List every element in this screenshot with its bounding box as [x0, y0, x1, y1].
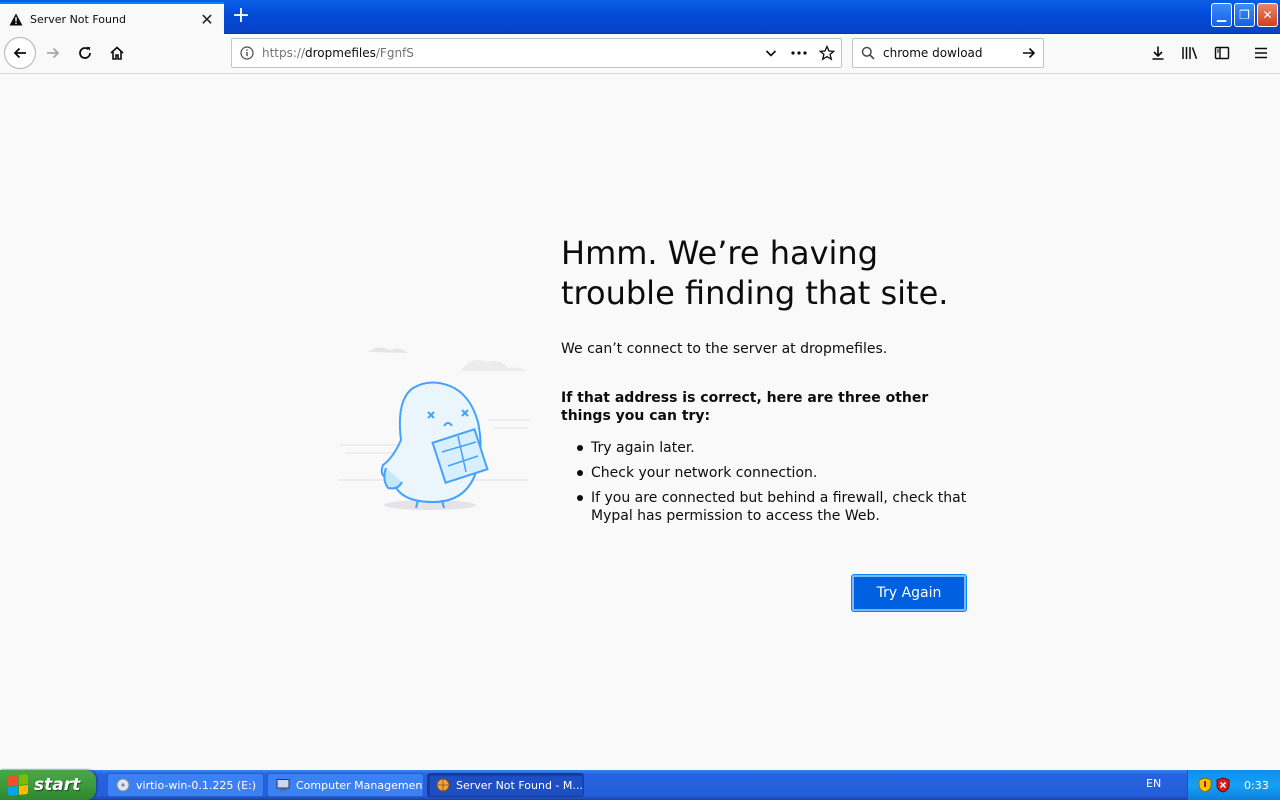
search-input[interactable] [883, 46, 1015, 60]
start-label: start [34, 775, 81, 795]
clock: 0:33 [1244, 778, 1269, 792]
bookmark-star-button[interactable] [813, 39, 841, 67]
start-button[interactable]: start [0, 770, 96, 800]
arrow-left-icon [13, 47, 26, 59]
taskbar-item-label: Server Not Found - M... [456, 778, 583, 792]
tab-server-not-found[interactable]: Server Not Found ✕ [0, 2, 224, 34]
download-icon [1152, 46, 1164, 60]
arrow-right-icon [1023, 47, 1036, 59]
star-icon [819, 45, 835, 61]
taskbar: start virtio-win-0.1.225 (E:) Computer M… [0, 770, 1280, 800]
url-dropdown-button[interactable] [757, 39, 785, 67]
url-path: /FgnfS [375, 46, 414, 60]
sidebar-icon [1214, 46, 1230, 60]
computer-icon [276, 779, 290, 791]
taskbar-item-virtio[interactable]: virtio-win-0.1.225 (E:) [107, 773, 264, 797]
info-icon[interactable] [232, 46, 262, 60]
menu-button[interactable] [1246, 38, 1276, 68]
tab-close-button[interactable]: ✕ [198, 10, 216, 29]
search-go-button[interactable] [1015, 45, 1043, 61]
try-again-button[interactable]: Try Again [852, 575, 966, 611]
reload-icon [79, 46, 91, 59]
library-button[interactable] [1175, 38, 1205, 68]
sidebar-toggle-button[interactable] [1207, 38, 1237, 68]
chevron-down-icon [765, 50, 777, 57]
browser-icon [436, 778, 450, 792]
url-bar[interactable]: https://dropmefiles/FgnfS [231, 38, 842, 68]
suggestions-heading: If that address is correct, here are thr… [561, 390, 929, 424]
url-scheme: https:// [262, 46, 306, 60]
taskbar-item-browser[interactable]: Server Not Found - M... [427, 773, 584, 797]
system-tray: 0:33 [1187, 770, 1280, 800]
suggestion-item: Check your network connection. [577, 464, 967, 482]
navigation-toolbar: https://dropmefiles/FgnfS [0, 34, 1280, 74]
hamburger-icon [1255, 47, 1267, 59]
more-dots-icon [791, 51, 807, 55]
search-bar[interactable] [852, 38, 1044, 68]
window-close-button[interactable]: ✕ [1257, 3, 1278, 27]
home-button[interactable] [102, 38, 132, 68]
taskbar-item-computer-management[interactable]: Computer Management [267, 773, 424, 797]
minimize-button[interactable]: ▁ [1211, 3, 1232, 27]
back-button[interactable] [4, 37, 36, 69]
error-page: Hmm. We’re having trouble finding that s… [0, 75, 1280, 770]
page-actions-button[interactable] [785, 39, 813, 67]
taskbar-item-label: virtio-win-0.1.225 (E:) [136, 778, 257, 792]
security-shield-icon[interactable] [1198, 777, 1212, 793]
error-description: We can’t connect to the server at dropme… [561, 341, 888, 357]
forward-button[interactable] [38, 38, 68, 68]
home-icon [110, 46, 124, 60]
reload-button[interactable] [70, 38, 100, 68]
downloads-button[interactable] [1143, 38, 1173, 68]
sad-dino-illustration [338, 347, 530, 510]
url-host: dropmefiles [305, 46, 376, 60]
warning-icon [8, 11, 24, 27]
security-alert-icon[interactable] [1216, 777, 1230, 793]
maximize-button[interactable]: ❐ [1234, 3, 1255, 27]
suggestions-list: Try again later. Check your network conn… [577, 439, 967, 532]
suggestion-item: Try again later. [577, 439, 967, 457]
tab-strip: Server Not Found ✕ + ▁ ❐ ✕ [0, 0, 1280, 34]
arrow-right-icon [47, 47, 60, 59]
cd-drive-icon [116, 778, 130, 792]
error-title: Hmm. We’re having trouble finding that s… [561, 234, 949, 312]
taskbar-item-label: Computer Management [296, 778, 424, 792]
tab-title: Server Not Found [30, 12, 126, 26]
url-text[interactable]: https://dropmefiles/FgnfS [262, 46, 757, 60]
search-icon [853, 46, 883, 60]
windows-logo-icon [8, 773, 28, 797]
library-icon [1182, 47, 1198, 60]
new-tab-button[interactable]: + [228, 4, 254, 30]
language-indicator[interactable]: EN [1146, 777, 1161, 790]
suggestion-item: If you are connected but behind a firewa… [577, 489, 967, 525]
